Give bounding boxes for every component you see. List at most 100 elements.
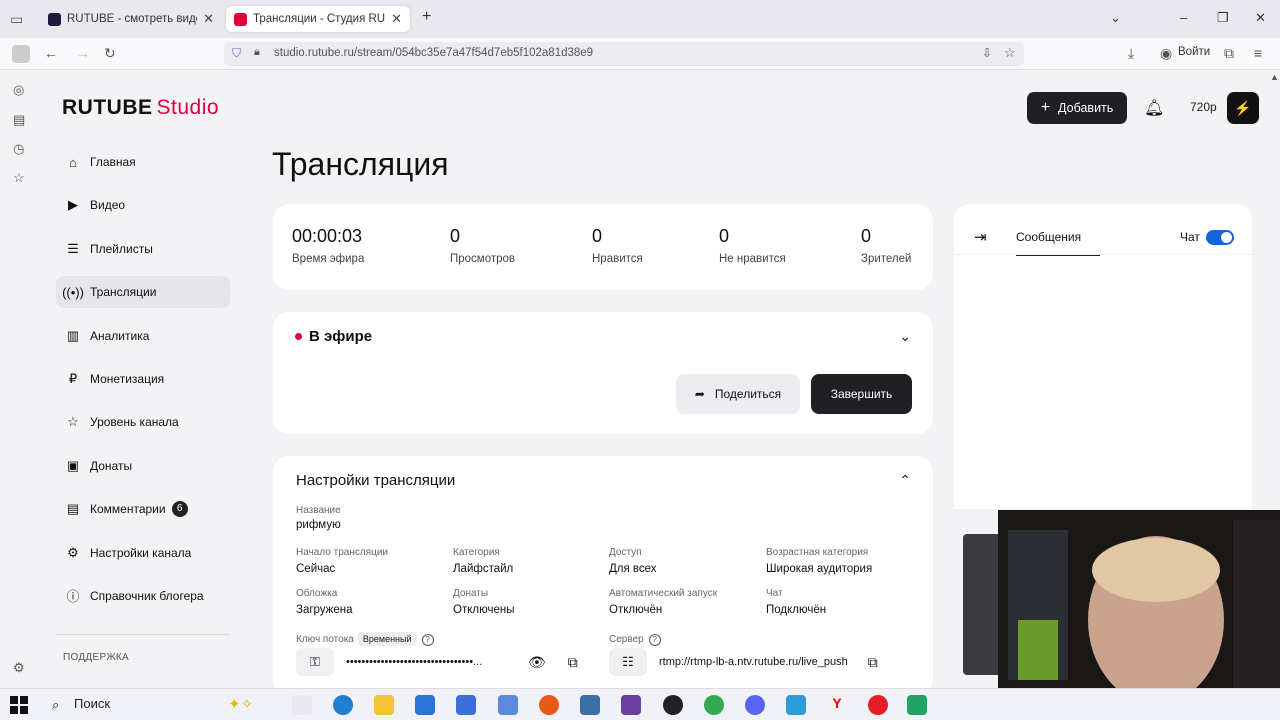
shield-app-icon[interactable] — [498, 695, 518, 715]
shield-icon: ⛉ — [232, 46, 242, 60]
chat-toggle[interactable] — [1206, 230, 1234, 245]
sidebar-item-channel-level[interactable]: ☆ Уровень канала — [56, 406, 230, 438]
field-label: Автоматический запуск — [609, 588, 718, 599]
discord-icon[interactable] — [745, 695, 765, 715]
stat-label: Просмотров — [450, 253, 516, 265]
chevron-up-icon[interactable]: ⌃ — [899, 472, 911, 489]
yandex-browser-icon[interactable] — [868, 695, 888, 715]
sidebar-item-streams[interactable]: ((•)) Трансляции — [56, 276, 230, 309]
task-view-icon[interactable] — [292, 695, 312, 715]
add-label: Добавить — [1058, 101, 1114, 115]
extensions-icon[interactable]: ⧉ — [1224, 45, 1234, 62]
home-icon: ⌂ — [69, 154, 77, 170]
obs-icon[interactable] — [663, 695, 683, 715]
finish-button[interactable]: Завершить — [811, 374, 912, 414]
mail-icon[interactable] — [456, 695, 476, 715]
sidebar-item-label: Донаты — [90, 458, 133, 473]
quality-indicator[interactable]: 720p — [1190, 100, 1217, 114]
app-icon[interactable] — [621, 695, 641, 715]
sidebar-toggle-icon[interactable]: ▭ — [10, 11, 23, 28]
maximize-icon[interactable]: ❐ — [1217, 10, 1229, 26]
tab-title: Трансляции - Студия RUTUBE — [253, 13, 386, 25]
sidebar-item-channel-settings[interactable]: ⚙ Настройки канала — [56, 537, 230, 569]
sidebar-item-comments[interactable]: ▤ Комментарии 6 — [56, 493, 230, 525]
close-icon[interactable]: ✕ — [203, 11, 214, 27]
firefox-icon[interactable] — [539, 695, 559, 715]
taskbar-search[interactable]: Поиск — [74, 696, 110, 711]
stat-value: 00:00:03 — [292, 226, 363, 246]
add-button[interactable]: + Добавить — [1027, 92, 1127, 124]
gear-icon[interactable]: ⚙ — [13, 660, 25, 676]
reload-icon[interactable]: ↻ — [104, 45, 116, 62]
channel-avatar[interactable]: ⚡ — [1227, 92, 1259, 124]
bell-icon[interactable]: 🔔︎ — [1144, 98, 1164, 118]
new-tab-icon[interactable]: + — [422, 8, 431, 26]
copy-icon[interactable]: ⧉ — [868, 654, 878, 671]
excel-icon[interactable] — [907, 695, 927, 715]
field-age: Возрастная категория Широкая аудитория — [766, 547, 872, 575]
history-panel-icon[interactable]: ▤ — [13, 112, 25, 128]
bookmark-star-icon[interactable]: ☆ — [1004, 45, 1016, 61]
window-close-icon[interactable]: ✕ — [1255, 10, 1266, 26]
close-icon[interactable]: ✕ — [391, 11, 402, 27]
menu-icon[interactable]: ≡ — [1254, 45, 1262, 61]
support-heading: ПОДДЕРЖКА — [63, 652, 129, 663]
stat-label: Время эфира — [292, 253, 365, 265]
server-row: ☷ rtmp://rtmp-lb-a.ntv.rutube.ru/live_pu… — [609, 648, 878, 676]
sidebar-item-blogger-guide[interactable]: ⓘ Справочник блогера — [56, 580, 230, 612]
ai-icon[interactable]: ◎ — [13, 82, 24, 98]
stat-label: Не нравится — [719, 253, 786, 265]
sidebar-item-playlists[interactable]: ☰ Плейлисты — [56, 233, 230, 265]
plus-icon: + — [1040, 99, 1051, 116]
login-link[interactable]: Войти — [1178, 46, 1210, 58]
sidebar-item-label: Аналитика — [90, 328, 150, 343]
favorites-icon[interactable]: ☆ — [13, 170, 25, 186]
panel-icon[interactable] — [12, 45, 30, 63]
share-button[interactable]: ➦ Поделиться — [676, 374, 800, 414]
address-bar[interactable]: ⛉ 🔒︎ studio.rutube.ru/stream/054bc35e7a4… — [224, 42, 1024, 66]
chevron-down-icon[interactable]: ⌄ — [899, 328, 911, 345]
field-label: Категория — [453, 547, 500, 558]
minimize-icon[interactable]: – — [1180, 10, 1187, 25]
sidebar-item-monetization[interactable]: ₽ Монетизация — [56, 363, 230, 395]
tab-list-icon[interactable]: ⌄ — [1110, 10, 1121, 26]
tab-messages[interactable]: Сообщения — [1016, 230, 1100, 256]
back-icon[interactable]: ← — [44, 45, 58, 61]
logo[interactable]: RUTUBE Studio — [62, 96, 219, 120]
copy-icon[interactable]: ⧉ — [568, 654, 578, 671]
sidebar-item-label: Трансляции — [90, 285, 157, 300]
field-name: Название рифмую — [296, 505, 341, 531]
yandex-icon[interactable]: Y — [827, 695, 847, 715]
forward-icon[interactable]: → — [76, 45, 90, 61]
help-icon[interactable]: ? — [648, 634, 661, 646]
sidebar-item-label: Уровень канала — [90, 415, 179, 430]
stream-key-row: ⚿ •••••••••••••••••••••••••••••••••... 👁… — [296, 648, 578, 676]
collapse-panel-icon[interactable]: ⇥ — [974, 228, 987, 246]
field-label: Возрастная категория — [766, 547, 869, 558]
notification-popup[interactable] — [963, 534, 1003, 675]
sidebar-item-donations[interactable]: ▣ Донаты — [56, 450, 230, 482]
scroll-up-icon[interactable]: ▲ — [1270, 72, 1279, 82]
stream-key-value: •••••••••••••••••••••••••••••••••... — [346, 656, 483, 668]
chrome-icon[interactable] — [704, 695, 724, 715]
eye-icon[interactable]: 👁︎ — [528, 654, 546, 671]
windows-start-icon[interactable] — [10, 696, 28, 714]
clock-icon[interactable]: ◷ — [13, 141, 24, 157]
field-label: Обложка — [296, 588, 338, 599]
downloads-icon[interactable]: ⤓ — [1128, 45, 1134, 62]
file-explorer-icon[interactable] — [374, 695, 394, 715]
sidebar-item-video[interactable]: ▶ Видео — [56, 189, 230, 221]
server-heading: Сервер? — [609, 629, 661, 647]
app-icon[interactable] — [786, 695, 806, 715]
app-icon[interactable] — [580, 695, 600, 715]
sidebar-item-analytics[interactable]: ▥ Аналитика — [56, 320, 230, 352]
browser-tab-rutube[interactable]: RUTUBE - смотреть видео онл ✕ — [40, 6, 222, 32]
video-icon: ▶ — [68, 197, 78, 213]
store-icon[interactable] — [415, 695, 435, 715]
install-icon[interactable]: ⇩ — [982, 46, 992, 60]
sidebar-item-home[interactable]: ⌂ Главная — [56, 146, 230, 178]
edge-icon[interactable] — [333, 695, 353, 715]
browser-tab-studio[interactable]: Трансляции - Студия RUTUBE ✕ — [226, 6, 410, 32]
help-icon[interactable]: ? — [421, 634, 434, 646]
browser-side-strip: ◎ ▤ ◷ ☆ ⚙ — [0, 70, 42, 688]
